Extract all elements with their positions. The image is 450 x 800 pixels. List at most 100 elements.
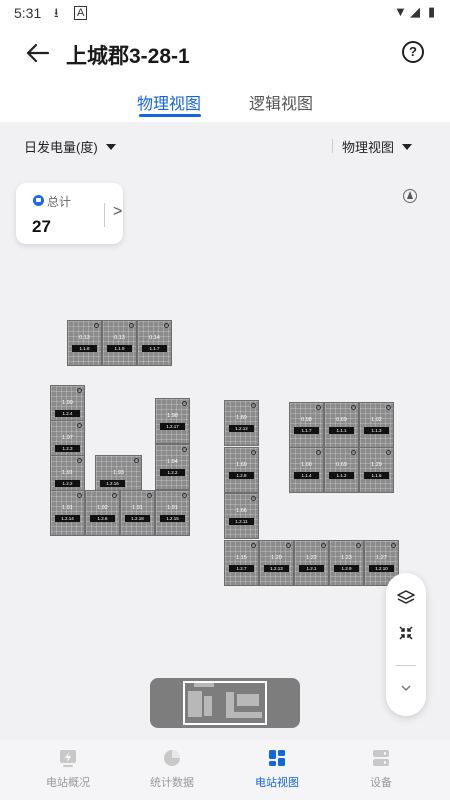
solar-panel[interactable]: 1.94 1.2.2 — [155, 444, 190, 490]
nav-item-statistics[interactable]: 统计数据 — [132, 748, 212, 790]
solar-panel[interactable]: 1.69 1.2.8 — [224, 447, 259, 493]
panel-status-icon — [316, 405, 321, 410]
solar-panel[interactable]: 1.89 1.2.12 — [224, 400, 259, 446]
nav-item-station-view[interactable]: 电站视图 — [237, 748, 317, 790]
tab-logical-view[interactable]: 逻辑视图 — [249, 90, 313, 114]
panel-status-icon — [182, 493, 187, 498]
panel-value: 1.91 — [167, 505, 178, 511]
panel-status-icon — [386, 450, 391, 455]
metric-dropdown[interactable]: 日发电量(度) — [24, 137, 116, 156]
total-label: 总计 — [47, 195, 72, 209]
signal-icon: ◢ — [410, 4, 420, 19]
solar-panel[interactable]: 0.13 1.1.8 — [67, 320, 102, 366]
back-arrow-icon[interactable] — [22, 38, 52, 68]
solar-panel[interactable]: 0.13 1.1.9 — [102, 320, 137, 366]
panel-value: 1.98 — [167, 413, 178, 419]
tab-physical-view[interactable]: 物理视图 — [137, 90, 201, 114]
panel-value: 0.69 — [336, 462, 347, 468]
panel-id: 1.2.3 — [55, 445, 80, 452]
solar-panel[interactable]: 0.69 1.1.2 — [324, 447, 359, 493]
total-value: 27 — [32, 217, 51, 236]
panel-value: 1.66 — [236, 508, 247, 514]
minimap-viewport[interactable] — [183, 681, 267, 725]
panel-status-icon — [391, 543, 396, 548]
lightning-icon — [58, 748, 78, 768]
minimap[interactable] — [150, 678, 300, 728]
solar-panel[interactable]: 0.98 1.1.7 — [289, 402, 324, 448]
panel-status-icon — [134, 458, 139, 463]
solar-panel[interactable]: 1.66 1.2.11 — [224, 493, 259, 539]
panel-value: 1.97 — [62, 435, 73, 441]
panel-id: 1.1.9 — [107, 345, 132, 352]
panel-id: 1.2.4 — [55, 410, 80, 417]
solar-panel[interactable]: 0.14 1.1.7 — [137, 320, 172, 366]
app-notification-icon: A — [74, 6, 88, 20]
panel-value: 0.69 — [336, 417, 347, 423]
panel-status-icon — [351, 450, 356, 455]
solar-panel[interactable]: 1.92 1.2.6 — [85, 490, 120, 536]
panel-id: 1.2.12 — [229, 425, 254, 432]
solar-panel[interactable]: 0.69 1.1.1 — [324, 402, 359, 448]
panel-id: 1.2.16 — [100, 480, 125, 487]
panel-status-icon — [182, 447, 187, 452]
solar-panel[interactable]: 1.98 1.2.17 — [155, 398, 190, 444]
bottom-nav: 电站概况 统计数据 电站视图 设备 — [0, 740, 450, 800]
panel-value: 1.20 — [271, 555, 282, 561]
view-dropdown[interactable]: 物理视图 — [342, 137, 413, 156]
panel-value: 1.00 — [301, 462, 312, 468]
panel-value: 1.15 — [236, 555, 247, 561]
chevron-down-icon[interactable] — [386, 681, 426, 711]
panel-id: 1.2.2 — [160, 469, 185, 476]
collapse-icon[interactable] — [386, 624, 426, 654]
solar-panel[interactable]: 1.22 1.2.1 — [294, 540, 329, 586]
solar-panel[interactable]: 1.15 1.2.7 — [224, 540, 259, 586]
solar-panel[interactable]: 1.29 1.1.6 — [359, 447, 394, 493]
panel-status-icon — [251, 403, 256, 408]
panel-id: 1.2.10 — [369, 565, 394, 572]
panel-id: 1.1.7 — [142, 345, 167, 352]
station-canvas[interactable]: 日发电量(度) 物理视图 总计 27 > 0.13 1.1.8 0.13 1.1.9 0… — [0, 122, 450, 740]
panel-value: 1.23 — [341, 555, 352, 561]
metric-dropdown-label: 日发电量(度) — [24, 140, 98, 155]
solar-panel[interactable]: 1.23 1.2.9 — [329, 540, 364, 586]
panel-value: 1.29 — [371, 462, 382, 468]
panel-status-icon — [286, 543, 291, 548]
solar-panel[interactable]: 1.20 1.2.13 — [259, 540, 294, 586]
status-bar: 5:31 ⭳ A ▼ ◢ ▮ — [0, 0, 450, 26]
nav-label: 统计数据 — [150, 777, 194, 789]
compass-icon[interactable] — [403, 189, 417, 203]
help-icon[interactable]: ? — [402, 41, 424, 63]
panel-status-icon — [251, 496, 256, 501]
total-card-divider — [104, 203, 105, 227]
nav-item-devices[interactable]: 设备 — [341, 748, 421, 790]
solar-panel[interactable]: 1.00 1.1.4 — [289, 447, 324, 493]
solar-panel[interactable]: 1.02 1.1.3 — [359, 402, 394, 448]
app-header: 上城郡3-28-1 ? — [0, 30, 450, 76]
panel-id: 1.1.1 — [329, 427, 354, 434]
nav-label: 电站概况 — [46, 777, 90, 789]
panel-id: 1.2.17 — [160, 423, 185, 430]
total-card[interactable]: 总计 27 > — [16, 183, 123, 244]
panel-id: 1.2.2 — [55, 480, 80, 487]
battery-icon: ▮ — [428, 4, 436, 19]
total-icon — [33, 195, 44, 206]
panel-status-icon — [77, 423, 82, 428]
panel-id: 1.1.4 — [294, 472, 319, 479]
map-controls — [386, 573, 426, 716]
wifi-icon: ▼ — [394, 4, 407, 19]
panel-id: 1.1.6 — [364, 472, 389, 479]
nav-label: 电站视图 — [255, 777, 299, 789]
layers-icon[interactable] — [386, 588, 426, 618]
panel-status-icon — [386, 405, 391, 410]
panel-id: 1.1.7 — [294, 427, 319, 434]
nav-item-overview[interactable]: 电站概况 — [28, 748, 108, 790]
chevron-right-icon: > — [113, 203, 123, 220]
dropdown-arrow-icon — [402, 144, 413, 150]
panel-id: 1.2.15 — [160, 515, 185, 522]
panel-status-icon — [251, 543, 256, 548]
panel-status-icon — [321, 543, 326, 548]
solar-panel[interactable]: 1.91 1.2.14 — [50, 490, 85, 536]
solar-panel[interactable]: 1.91 1.2.18 — [120, 490, 155, 536]
solar-panel[interactable]: 1.91 1.2.15 — [155, 490, 190, 536]
view-tabs: 物理视图 逻辑视图 — [0, 84, 450, 122]
